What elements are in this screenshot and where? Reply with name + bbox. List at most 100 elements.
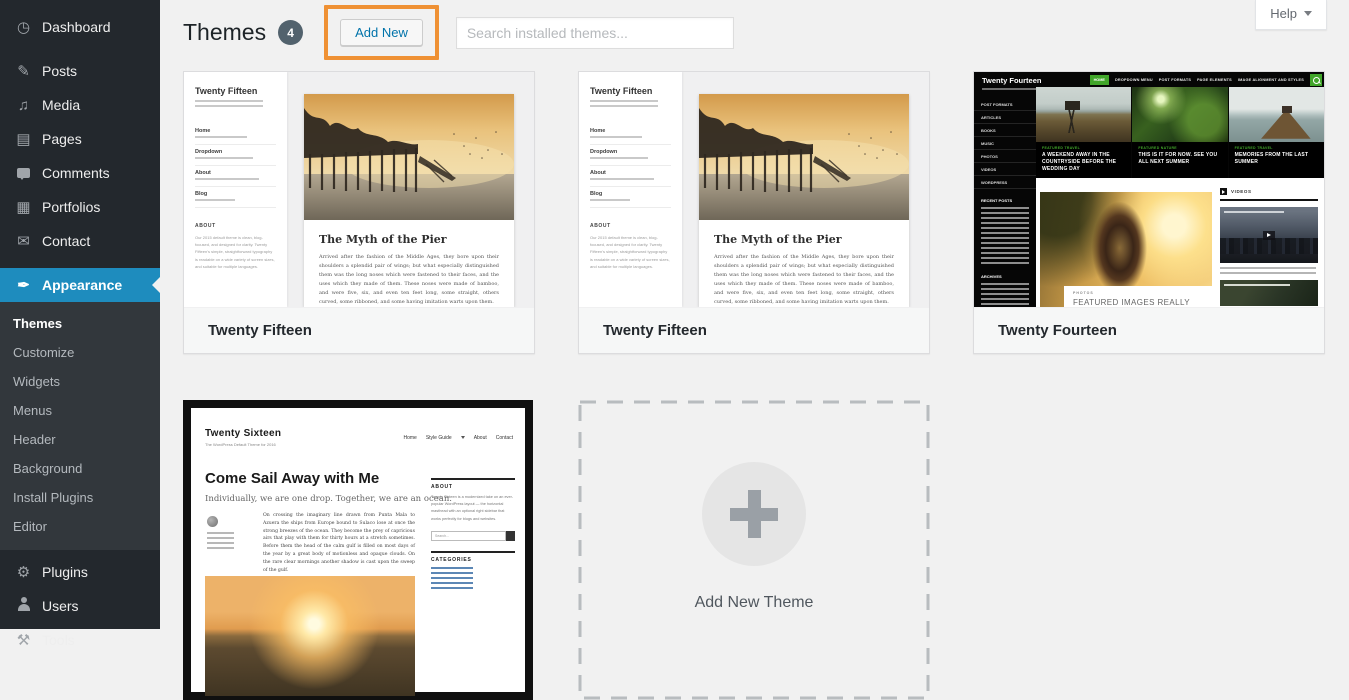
preview-post-text: Arrived after the fashion of the Middle … — [319, 253, 499, 307]
portfolio-icon: ▦ — [14, 198, 33, 216]
preview-frame: Twenty Sixteen The WordPress Default The… — [183, 400, 533, 700]
preview-menu-item: Home — [195, 124, 276, 145]
sidebar-item-label: Posts — [42, 63, 77, 79]
text-lines-placeholder — [195, 157, 253, 160]
video-thumbnail-2 — [1220, 280, 1318, 306]
sidebar-item-plugins[interactable]: ⚙ Plugins — [0, 555, 160, 589]
submenu-item-editor[interactable]: Editor — [0, 512, 160, 541]
preview-about-text: Our 2015 default theme is clean, blog-fo… — [195, 234, 276, 270]
preview-site-title: Twenty Sixteen — [205, 428, 281, 439]
preview-about-heading: ABOUT — [590, 223, 671, 229]
videos-heading: VIDEOS — [1220, 188, 1318, 201]
admin-sidebar: ◷ Dashboard ✎ Posts ♫ Media ▤ Pages Comm… — [0, 0, 160, 629]
text-lines-placeholder — [195, 100, 263, 109]
grass-photo — [1132, 87, 1227, 142]
sidebar-item-dashboard[interactable]: ◷ Dashboard — [0, 10, 160, 44]
plus-icon — [702, 462, 806, 566]
sidebar-item-label: Dashboard — [42, 19, 111, 35]
theme-preview-twenty-fifteen: Twenty Fifteen Home Dropdown About Blog — [579, 72, 929, 307]
text-lines-placeholder — [195, 199, 235, 202]
category-links-placeholder — [431, 567, 473, 589]
preview-post-title: Come Sail Away with Me — [205, 470, 379, 487]
sidebar-item-label: Media — [42, 97, 80, 113]
theme-name: Twenty Fifteen — [579, 307, 929, 353]
theme-preview-twenty-fifteen: Twenty Fifteen Home Dropdown About Blog — [184, 72, 534, 307]
chevron-down-icon — [461, 436, 465, 441]
sidebar-item-label: Tools — [42, 632, 75, 648]
about-text: Twenty Sixteen is a modernized take on a… — [431, 494, 515, 523]
preview-about-heading: ABOUT — [195, 223, 276, 229]
preview-nav-item: About — [474, 435, 487, 441]
preview-menu-item: Dropdown — [590, 145, 671, 166]
featured-tile: FEATURED NATURE THIS IS IT FOR NOW. SEE … — [1132, 87, 1227, 178]
text-lines-placeholder — [590, 178, 654, 181]
preview-site-sidebar: Twenty Fifteen Home Dropdown About Blog — [579, 72, 682, 307]
video-thumbnail-city — [1220, 207, 1318, 263]
sidebar-item-comments[interactable]: Comments — [0, 156, 160, 190]
sidebar-item-contact[interactable]: ✉ Contact — [0, 224, 160, 258]
preview-sidebar-item: WORDPRESS — [974, 176, 1036, 189]
sidebar-item-portfolios[interactable]: ▦ Portfolios — [0, 190, 160, 224]
submenu-item-themes[interactable]: Themes — [0, 309, 160, 338]
sidebar-item-users[interactable]: Users — [0, 589, 160, 623]
sidebar-item-media[interactable]: ♫ Media — [0, 88, 160, 122]
submenu-item-install-plugins[interactable]: Install Plugins — [0, 483, 160, 512]
submenu-item-background[interactable]: Background — [0, 454, 160, 483]
theme-card-twenty-fifteen-1[interactable]: Twenty Fifteen Home Dropdown About Blog — [183, 71, 535, 354]
brush-icon: ✒ — [14, 276, 33, 294]
plug-icon: ⚙ — [14, 563, 33, 581]
pier-photo — [1229, 87, 1324, 142]
pushpin-icon: ✎ — [14, 62, 33, 80]
preview-sidebar-item: MUSIC — [974, 137, 1036, 150]
search-themes-input[interactable] — [456, 17, 734, 49]
sidebar-item-posts[interactable]: ✎ Posts — [0, 54, 160, 88]
preview-search-box: Search... — [431, 531, 515, 541]
categories-heading: CATEGORIES — [431, 551, 515, 563]
submenu-item-customize[interactable]: Customize — [0, 338, 160, 367]
text-lines-placeholder — [590, 100, 658, 109]
play-button-icon — [1263, 231, 1275, 240]
add-new-theme-card[interactable]: Add New Theme — [578, 400, 930, 700]
wordpress-admin-themes-page: { "sidebar": { "items": ["Dashboard", "P… — [0, 0, 1349, 629]
text-lines-placeholder — [207, 532, 234, 550]
sidebar-item-label: Portfolios — [42, 199, 100, 215]
media-icon: ♫ — [14, 97, 33, 114]
help-dropdown-tab[interactable]: Help — [1255, 0, 1327, 30]
preview-post-meta — [207, 516, 241, 550]
preview-top-nav: HOME DROPDOWN MENU POST FORMATS PAGE ELE… — [1090, 74, 1322, 86]
sidebar-item-pages[interactable]: ▤ Pages — [0, 122, 160, 156]
preview-sidebar-item: POST FORMATS — [974, 98, 1036, 111]
text-lines-placeholder — [1224, 211, 1284, 214]
preview-menu-item: Blog — [195, 187, 276, 208]
featured-tile: FEATURED TRAVEL MEMORIES FROM THE LAST S… — [1229, 87, 1324, 178]
pages-icon: ▤ — [14, 130, 33, 148]
chevron-down-icon — [1304, 11, 1312, 20]
preview-nav-item: Style Guide — [426, 435, 452, 441]
submenu-item-menus[interactable]: Menus — [0, 396, 160, 425]
sunset-ocean-photo — [205, 576, 415, 696]
sidebar-item-tools[interactable]: ⚒ Tools — [0, 623, 160, 657]
theme-card-twenty-fifteen-2[interactable]: Twenty Fifteen Home Dropdown About Blog — [578, 71, 930, 354]
post-title: FEATURED IMAGES REALLY — [1073, 298, 1203, 307]
preview-site-title: Twenty Fifteen — [590, 86, 671, 96]
preview-sidebar-item: ARTICLES — [974, 111, 1036, 124]
text-lines-placeholder — [590, 136, 642, 139]
preview-about-text: Our 2015 default theme is clean, blog-fo… — [590, 234, 671, 270]
sidebar-item-appearance[interactable]: ✒ Appearance — [0, 268, 160, 302]
annotation-highlight-box: Add New — [324, 5, 439, 60]
appearance-submenu: Themes Customize Widgets Menus Header Ba… — [0, 302, 160, 550]
submenu-item-header[interactable]: Header — [0, 425, 160, 454]
theme-card-twenty-sixteen[interactable]: Twenty Sixteen The WordPress Default The… — [183, 400, 533, 700]
sidebar-item-label: Contact — [42, 233, 90, 249]
text-lines-placeholder — [1224, 284, 1290, 287]
preview-post-text: On crossing the imaginary line drawn fro… — [263, 512, 415, 574]
preview-menu: Home Dropdown About Blog — [195, 124, 276, 208]
text-lines-placeholder — [590, 199, 630, 202]
theme-card-twenty-fourteen[interactable]: Twenty Fourteen HOME DROPDOWN MENU POST … — [973, 71, 1325, 354]
submenu-item-widgets[interactable]: Widgets — [0, 367, 160, 396]
search-icon — [1310, 74, 1322, 86]
add-new-button[interactable]: Add New — [340, 19, 423, 46]
add-new-theme-label: Add New Theme — [695, 594, 814, 612]
play-icon — [1220, 188, 1227, 195]
sidebar-item-label: Appearance — [42, 277, 122, 293]
